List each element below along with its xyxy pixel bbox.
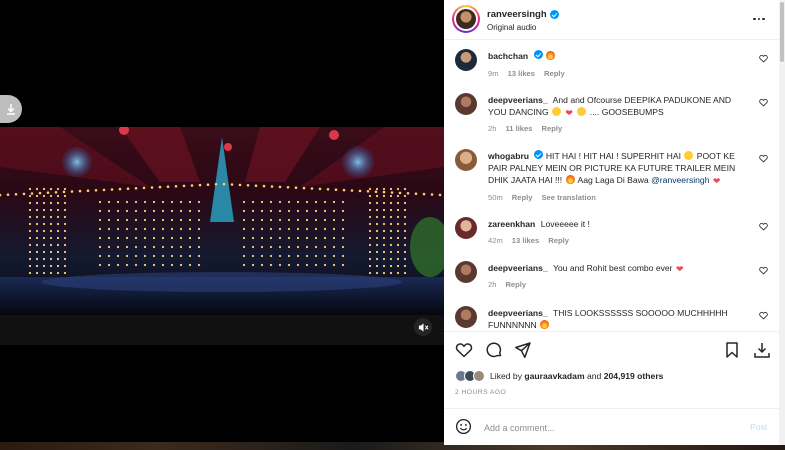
reply-button[interactable]: Reply	[512, 193, 533, 202]
fire-emoji	[540, 320, 550, 329]
liked-by-label: Liked by	[490, 371, 523, 381]
comment-likes[interactable]: 13 likes	[508, 69, 535, 78]
comment-text: You and Rohit best combo ever	[552, 263, 673, 273]
verified-icon	[549, 10, 559, 19]
comment-icon[interactable]	[485, 341, 503, 359]
mute-icon[interactable]	[414, 318, 432, 336]
comment-username[interactable]: zareenkhan	[488, 219, 535, 229]
heart-icon[interactable]	[759, 54, 768, 63]
face-emoji	[577, 107, 587, 116]
comment-age: 50m	[488, 193, 503, 202]
add-comment-bar: Post	[444, 408, 779, 445]
mention-link[interactable]: @ranveersingh	[651, 175, 709, 185]
comment-age: 2h	[488, 124, 497, 133]
heart-eyes-emoji	[684, 151, 694, 160]
emoji-icon[interactable]	[455, 418, 472, 435]
reply-button[interactable]: Reply	[544, 69, 565, 78]
reply-button[interactable]: Reply	[505, 280, 526, 289]
video-player[interactable]	[0, 127, 444, 315]
comment-username[interactable]: bachchan	[488, 51, 528, 61]
comment-username[interactable]: deepveerians_	[488, 263, 548, 273]
heart-icon[interactable]	[759, 154, 768, 163]
more-icon[interactable]	[752, 12, 766, 26]
heart-icon[interactable]	[759, 222, 768, 231]
author-avatar[interactable]	[452, 5, 480, 33]
comment-text: HIT HAI ! HIT HAI ! SUPERHIT HAI	[545, 151, 681, 161]
comment-text: Loveeeee it !	[540, 219, 590, 229]
liker-username[interactable]: gauraavkadam	[524, 371, 584, 381]
stage-scene	[0, 127, 444, 315]
fire-emoji	[565, 175, 575, 184]
comment-age: 9m	[488, 69, 499, 78]
heart-emoji: ❤	[712, 176, 721, 186]
post-panel: ranveersingh Original audio bachchan 9m …	[444, 0, 779, 445]
comment-age: 2h	[488, 280, 497, 289]
download-icon[interactable]	[0, 95, 22, 123]
fire-emoji	[545, 51, 555, 60]
comment-likes[interactable]: 11 likes	[505, 124, 532, 133]
comment-likes[interactable]: 13 likes	[512, 236, 539, 245]
share-icon[interactable]	[514, 341, 532, 359]
comment-text-tail: .... GOOSEBUMPS	[589, 107, 664, 117]
scrollbar[interactable]	[779, 0, 785, 445]
commenter-avatar[interactable]	[455, 306, 477, 328]
heart-icon[interactable]	[759, 311, 768, 320]
comment-input[interactable]	[484, 421, 724, 435]
media-panel	[0, 0, 444, 450]
verified-icon	[533, 50, 543, 59]
audio-label[interactable]: Original audio	[487, 23, 536, 32]
heart-emoji: ❤	[565, 108, 573, 118]
heart-icon[interactable]	[759, 266, 768, 275]
save-download-icon[interactable]	[753, 341, 771, 359]
commenter-avatar[interactable]	[455, 93, 477, 115]
commenter-avatar[interactable]	[455, 217, 477, 239]
heart-eyes-emoji	[552, 107, 562, 116]
heart-icon[interactable]	[759, 98, 768, 107]
commenter-avatar[interactable]	[455, 49, 477, 71]
author-username[interactable]: ranveersingh	[487, 9, 559, 20]
commenter-avatar[interactable]	[455, 149, 477, 171]
scroll-thumb[interactable]	[780, 2, 784, 62]
liker-avatar	[473, 370, 485, 382]
commenter-avatar[interactable]	[455, 261, 477, 283]
comment-age: 42m	[488, 236, 503, 245]
comments-list: bachchan 9m 13 likes Reply deepveerians_…	[444, 41, 779, 330]
verified-icon	[534, 150, 544, 159]
video-letterbox	[0, 315, 444, 345]
post-header: ranveersingh Original audio	[444, 0, 779, 40]
post-button[interactable]: Post	[750, 422, 767, 432]
see-translation-button[interactable]: See translation	[541, 193, 595, 202]
likes-count[interactable]: 204,919 others	[604, 371, 664, 381]
heart-emoji: ❤	[675, 264, 684, 274]
reply-button[interactable]: Reply	[548, 236, 569, 245]
post-timestamp[interactable]: 2 HOURS AGO	[455, 389, 506, 396]
bookmark-icon[interactable]	[723, 341, 741, 359]
action-bar	[444, 331, 779, 367]
heart-icon[interactable]	[455, 341, 473, 359]
likes-and-label: and	[587, 371, 602, 381]
comment-text-3: Aag Laga Di Bawa	[577, 175, 649, 185]
comment-username[interactable]: whogabru	[488, 151, 529, 161]
likes-summary: Liked by gauraavkadam and 204,919 others	[455, 368, 663, 384]
reply-button[interactable]: Reply	[541, 124, 562, 133]
comment-username[interactable]: deepveerians_	[488, 95, 548, 105]
comment-username[interactable]: deepveerians_	[488, 308, 548, 318]
